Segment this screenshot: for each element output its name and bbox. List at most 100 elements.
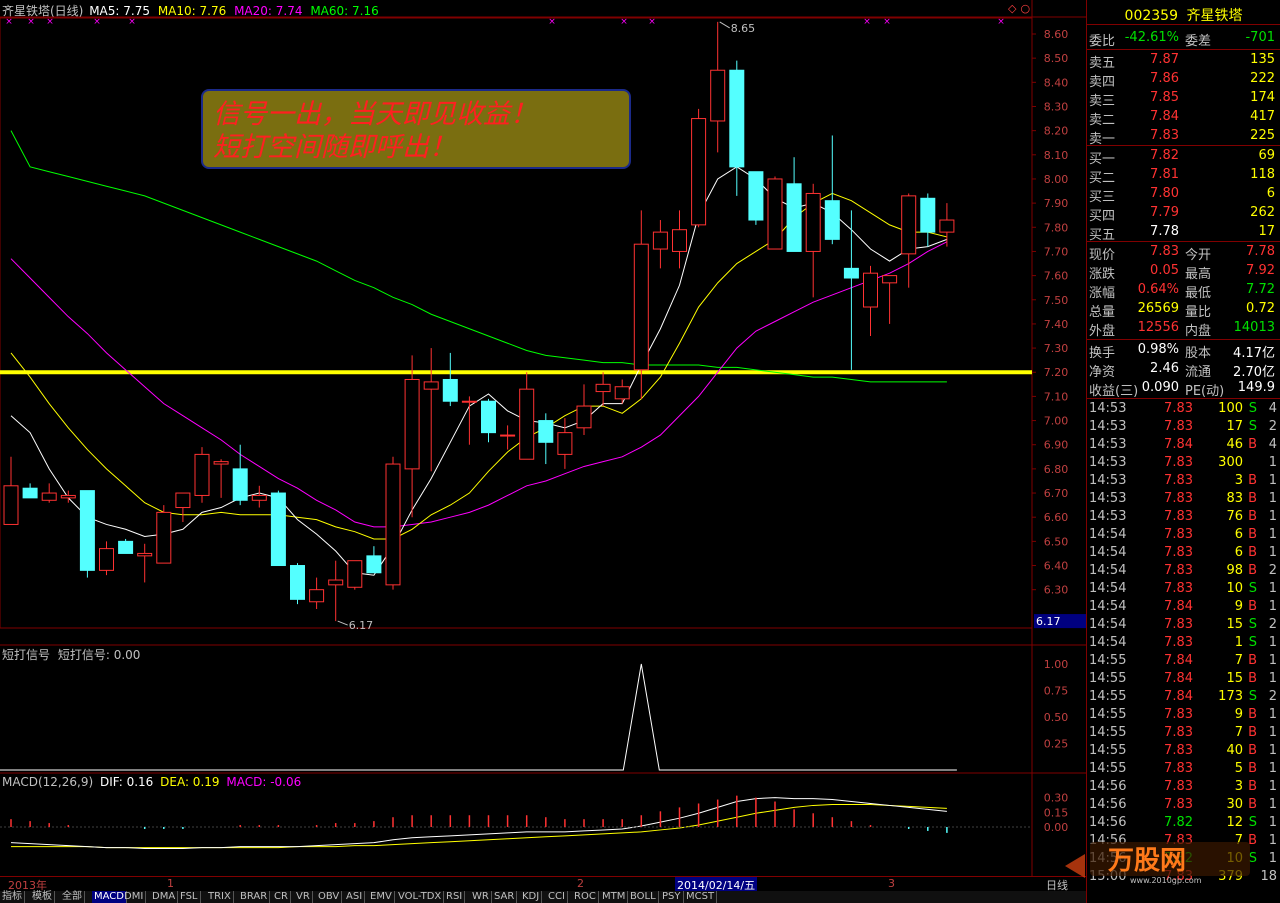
tick-time: 14:53 [1089,509,1127,524]
tick-price: 7.83 [1164,725,1193,740]
indicator-tab-sar[interactable]: SAR [492,891,518,903]
month-1-label: 1 [167,877,174,890]
candle-body [41,492,57,501]
ma20-label: MA20: 7.74 [234,4,303,18]
tick-volume: 10 [1226,581,1243,596]
tick-price: 7.83 [1164,635,1193,650]
tick-side: S [1248,419,1257,434]
tick-row: 14:55 7.84 173 S 2 [1087,688,1279,706]
indicator-tab-boll[interactable]: BOLL [628,891,659,903]
tick-count: 1 [1268,797,1277,812]
quote-separator [1087,241,1280,242]
candle-body [614,386,630,400]
ask-volume: 225 [1250,128,1275,143]
indicator-tab-mtm[interactable]: MTM [600,891,629,903]
stat-value: 4.17亿 [1233,346,1275,361]
price-tick-label: 6.90 [1044,439,1069,452]
tick-row: 14:55 7.84 7 B 1 [1087,652,1279,670]
candle-body [824,200,840,240]
price-tick-label: 6.70 [1044,487,1069,500]
tick-count: 2 [1268,563,1277,578]
tick-time: 14:53 [1089,491,1127,506]
weibi-value: -42.61% [1124,30,1179,45]
stat-label: 内盘 [1185,324,1212,339]
bid-label: 买四 [1089,209,1116,224]
candle-body [710,69,726,122]
indicator-tab-vol-tdx[interactable]: VOL-TDX [396,891,445,903]
stock-code: 002359 [1124,8,1178,24]
indicator-tab-psy[interactable]: PSY [660,891,684,903]
tick-row: 14:53 7.83 300 1 [1087,454,1279,472]
candle-body [118,540,134,554]
stat-label: 换手 [1089,346,1116,361]
watermark-logo-icon: 万股网 www.2010gp.com [1065,842,1250,885]
indicator-tab-dma[interactable]: DMA [150,891,179,903]
price-axis: 8.60 8.50 8.40 8.30 8.20 8.10 8.00 7.90 7.80 7.70… [1032,28,1086,834]
bid-row: 买二 7.81 118 [1087,166,1279,186]
weicha-label: 委差 [1185,34,1212,49]
ask-label: 卖二 [1089,113,1116,128]
stat-value: 12556 [1137,320,1179,335]
ask-price: 7.86 [1150,71,1179,86]
tick-price: 7.84 [1164,599,1193,614]
indicator-tab-kdj[interactable]: KDJ [520,891,543,903]
indicator-tab-vr[interactable]: VR [294,891,313,903]
weibi-row: 委比 -42.61% 委差 -701 [1087,29,1279,49]
indicator-tab-全部[interactable]: 全部 [60,891,85,903]
bid-volume: 262 [1250,205,1275,220]
price-tick-label: 8.60 [1044,28,1069,41]
candle-body [863,272,878,308]
indicator-tab-emv[interactable]: EMV [368,891,395,903]
tick-side: B [1248,599,1257,614]
candle-body [404,378,420,470]
candle-body [60,494,76,499]
ask-volume: 417 [1250,109,1275,124]
tick-price: 7.83 [1164,563,1193,578]
indicator-tab-roc[interactable]: ROC [572,891,599,903]
signal-panel-title: 短打信号 短打信号: 0.00 [2,646,140,663]
bid-price: 7.81 [1150,167,1179,182]
stat-label: 收益(三) [1089,384,1139,399]
tick-row: 14:53 7.83 17 S 2 [1087,418,1279,436]
indicator-tab-rsi[interactable]: RSI [444,891,466,903]
callout-line-2: 短打空间随即呼出！ [213,132,456,163]
indicator-tab-trix[interactable]: TRIX [206,891,234,903]
stat-label: 股本 [1185,346,1212,361]
svg-text:万股网: 万股网 [1108,846,1186,876]
indicator-tab-wr[interactable]: WR [470,891,492,903]
bid-price: 7.78 [1150,224,1179,239]
indicator-tab-模板[interactable]: 模板 [30,891,55,903]
indicator-tab-mcst[interactable]: MCST [684,891,718,903]
indicator-tab-obv[interactable]: OBV [316,891,343,903]
candle-body [328,579,344,586]
tick-side: B [1248,725,1257,740]
close-icon[interactable]: ○ [1020,2,1030,15]
indicator-tab-dmi[interactable]: DMI [122,891,147,903]
ask-row: 卖四 7.86 222 [1087,70,1279,90]
indicator-tab-指标[interactable]: 指标 [0,891,25,903]
candle-body [175,492,191,509]
indicator-tab-fsl[interactable]: FSL [178,891,201,903]
tick-row: 14:56 7.83 30 B 1 [1087,796,1279,814]
bid-volume: 6 [1266,186,1275,201]
restore-icon[interactable]: ◇ [1008,2,1016,15]
ask-row: 卖一 7.83 225 [1087,127,1279,147]
tick-row: 14:54 7.84 9 B 1 [1087,598,1279,616]
candle-body [748,171,764,221]
indicator-tab-cci[interactable]: CCI [546,891,568,903]
stat-label: 总量 [1089,305,1116,320]
tick-price: 7.83 [1164,545,1193,560]
indicator-tab-brar[interactable]: BRAR [238,891,271,903]
macd-tick-label: 0.00 [1044,821,1069,834]
indicator-tab-cr[interactable]: CR [272,891,291,903]
current-price-tag-text: 6.17 [1036,615,1061,628]
signal-series [0,663,957,771]
tick-side: B [1248,473,1257,488]
tick-count: 1 [1268,455,1277,470]
event-marker: × [548,17,556,27]
stat-label: 量比 [1185,305,1212,320]
bid-price: 7.80 [1150,186,1179,201]
stat-value: 7.92 [1246,263,1275,278]
event-marker: × [997,17,1005,27]
indicator-tab-asi[interactable]: ASI [344,891,366,903]
